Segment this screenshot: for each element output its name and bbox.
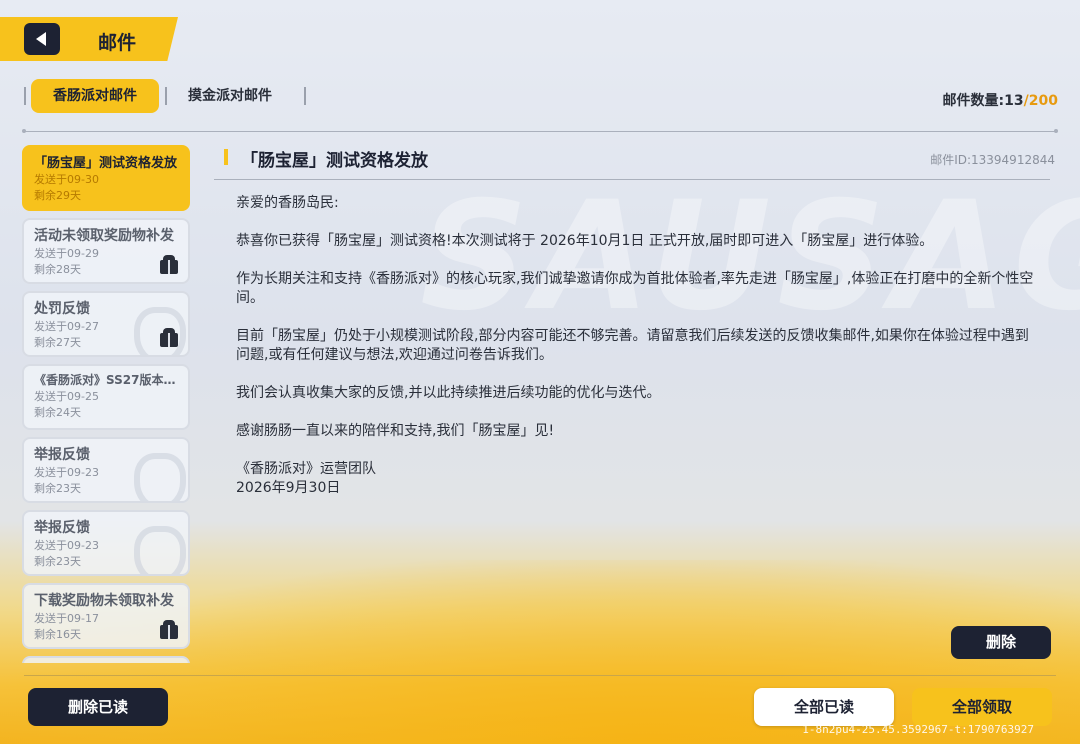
mail-paragraph: 我们会认真收集大家的反馈,并以此持续推进后续功能的优化与迭代。	[236, 385, 661, 401]
tab-treasure-party-mail[interactable]: 摸金派对邮件	[188, 79, 272, 113]
page-title: 邮件	[98, 32, 137, 54]
mail-title: 活动未领取奖励物补发	[34, 228, 174, 244]
divider-dot	[22, 129, 26, 133]
mail-remaining: 剩余28天	[34, 263, 81, 276]
shield-watermark-icon	[134, 453, 186, 501]
back-button[interactable]	[24, 23, 60, 55]
mail-list[interactable]: 「肠宝屋」测试资格发放 发送于09-30 剩余29天 活动未领取奖励物补发 发送…	[22, 145, 190, 663]
mail-date: 2026年9月30日	[236, 480, 341, 496]
mail-body: 亲爱的香肠岛民: 恭喜你已获得「肠宝屋」测试资格!本次测试将于 2026年10月…	[236, 194, 1036, 498]
mail-item[interactable]: 举报反馈 发送于09-23 剩余23天	[22, 510, 190, 576]
detail-title: 「肠宝屋」测试资格发放	[241, 151, 428, 171]
read-all-button[interactable]: 全部已读	[754, 688, 894, 726]
mail-paragraph: 感谢肠肠一直以来的陪伴和支持,我们「肠宝屋」见!	[236, 423, 555, 439]
mail-remaining: 剩余24天	[34, 406, 81, 419]
tab-divider	[304, 87, 306, 105]
tab-sausage-party-mail[interactable]: 香肠派对邮件	[31, 79, 159, 113]
mail-item[interactable]: 「肠宝屋」测试资格发放 发送于09-30 剩余29天	[22, 145, 190, 211]
mail-title: 《香肠派对》SS27版本…	[34, 373, 176, 387]
detail-divider	[214, 179, 1050, 180]
mail-id: 邮件ID:13394912844	[930, 153, 1055, 167]
mail-paragraph: 目前「肠宝屋」仍处于小规模测试阶段,部分内容可能还不够完善。请留意我们后续发送的…	[236, 328, 1029, 363]
mail-item[interactable]	[22, 656, 190, 663]
mail-remaining: 剩余29天	[34, 189, 81, 202]
mail-item[interactable]: 活动未领取奖励物补发 发送于09-29 剩余28天	[22, 218, 190, 284]
shield-watermark-icon	[134, 307, 186, 355]
mail-count: 邮件数量:13/200	[942, 93, 1058, 109]
mail-sent-date: 发送于09-30	[34, 173, 99, 186]
mail-greeting: 亲爱的香肠岛民:	[236, 195, 339, 211]
mail-item[interactable]: 处罚反馈 发送于09-27 剩余27天	[22, 291, 190, 357]
mail-item[interactable]: 举报反馈 发送于09-23 剩余23天	[22, 437, 190, 503]
gift-icon	[160, 255, 178, 274]
mail-remaining: 剩余16天	[34, 628, 81, 641]
mail-item[interactable]: 《香肠派对》SS27版本… 发送于09-25 剩余24天	[22, 364, 190, 430]
divider-dot	[1054, 129, 1058, 133]
mail-title: 「肠宝屋」测试资格发放	[34, 156, 178, 171]
shield-watermark-icon	[134, 526, 186, 574]
session-watermark: 1-8n2pu4-25.45.3592967-t:1790763927	[802, 723, 1034, 736]
mail-paragraph: 恭喜你已获得「肠宝屋」测试资格!本次测试将于 2026年10月1日 正式开放,届…	[236, 233, 934, 249]
mail-item[interactable]: 下载奖励物未领取补发 发送于09-17 剩余16天	[22, 583, 190, 649]
gift-icon	[160, 328, 178, 347]
mail-title: 下载奖励物未领取补发	[34, 593, 174, 609]
back-arrow-icon	[36, 32, 46, 46]
gift-icon	[160, 620, 178, 639]
bottom-divider	[24, 675, 1056, 676]
top-divider	[24, 131, 1056, 132]
mail-sent-date: 发送于09-25	[34, 390, 99, 403]
mail-sent-date: 发送于09-29	[34, 247, 99, 260]
detail-title-accent	[224, 149, 228, 165]
claim-all-button[interactable]: 全部领取	[912, 688, 1052, 726]
mail-sent-date: 发送于09-17	[34, 612, 99, 625]
delete-read-button[interactable]: 删除已读	[28, 688, 168, 726]
tab-divider	[24, 87, 26, 105]
mail-signature: 《香肠派对》运营团队	[236, 461, 376, 477]
mail-paragraph: 作为长期关注和支持《香肠派对》的核心玩家,我们诚挚邀请你成为首批体验者,率先走进…	[236, 271, 1034, 306]
tab-divider	[165, 87, 167, 105]
delete-button[interactable]: 删除	[951, 626, 1051, 659]
